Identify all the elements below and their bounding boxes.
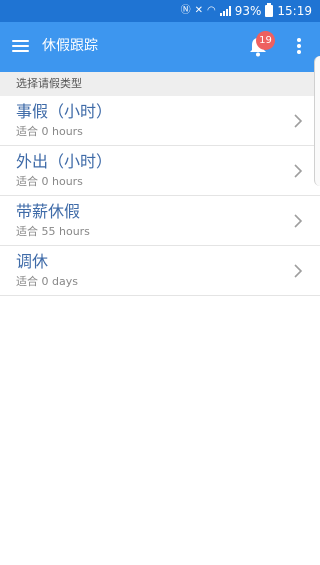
notification-badge[interactable]: 19 [256,31,275,50]
more-options-icon[interactable] [296,38,302,56]
leave-type-balance: 适合 55 hours [16,225,90,238]
leave-type-balance: 适合 0 hours [16,125,83,138]
leave-type-row[interactable]: 带薪休假 适合 55 hours [0,196,320,246]
chevron-right-icon [294,264,303,278]
leave-type-title: 事假（小时） [16,102,113,121]
status-bar: Ⓝ ✕ ◠ 93% 15:19 [0,0,320,22]
wifi-icon: ◠ [207,5,216,16]
leave-type-title: 带薪休假 [16,202,81,221]
chevron-right-icon [294,214,303,228]
leave-type-balance: 适合 0 days [16,275,78,288]
leave-type-title: 外出（小时） [16,152,113,171]
battery-icon [265,3,274,17]
leave-type-balance: 适合 0 hours [16,175,83,188]
edge-panel-handle[interactable] [314,56,320,186]
chevron-right-icon [294,114,303,128]
nfc-icon: Ⓝ [180,5,191,16]
app-title: 休假跟踪 [42,38,98,54]
leave-type-title: 调休 [16,252,49,271]
section-header-label: 选择请假类型 [16,77,82,90]
chevron-right-icon [294,164,303,178]
menu-icon[interactable] [12,40,29,52]
leave-type-list: 事假（小时） 适合 0 hours 外出（小时） 适合 0 hours 带薪休假… [0,96,320,296]
battery-percent: 93% [234,4,262,18]
status-icons: Ⓝ ✕ ◠ 93% 15:19 [181,3,312,19]
leave-type-row[interactable]: 事假（小时） 适合 0 hours [0,96,320,146]
section-header: 选择请假类型 [0,72,320,96]
signal-icon [219,6,231,16]
leave-type-row[interactable]: 调休 适合 0 days [0,246,320,296]
app-bar: 休假跟踪 19 [0,22,320,72]
clock: 15:19 [277,4,312,18]
leave-type-row[interactable]: 外出（小时） 适合 0 hours [0,146,320,196]
mute-icon: ✕ [194,5,203,16]
